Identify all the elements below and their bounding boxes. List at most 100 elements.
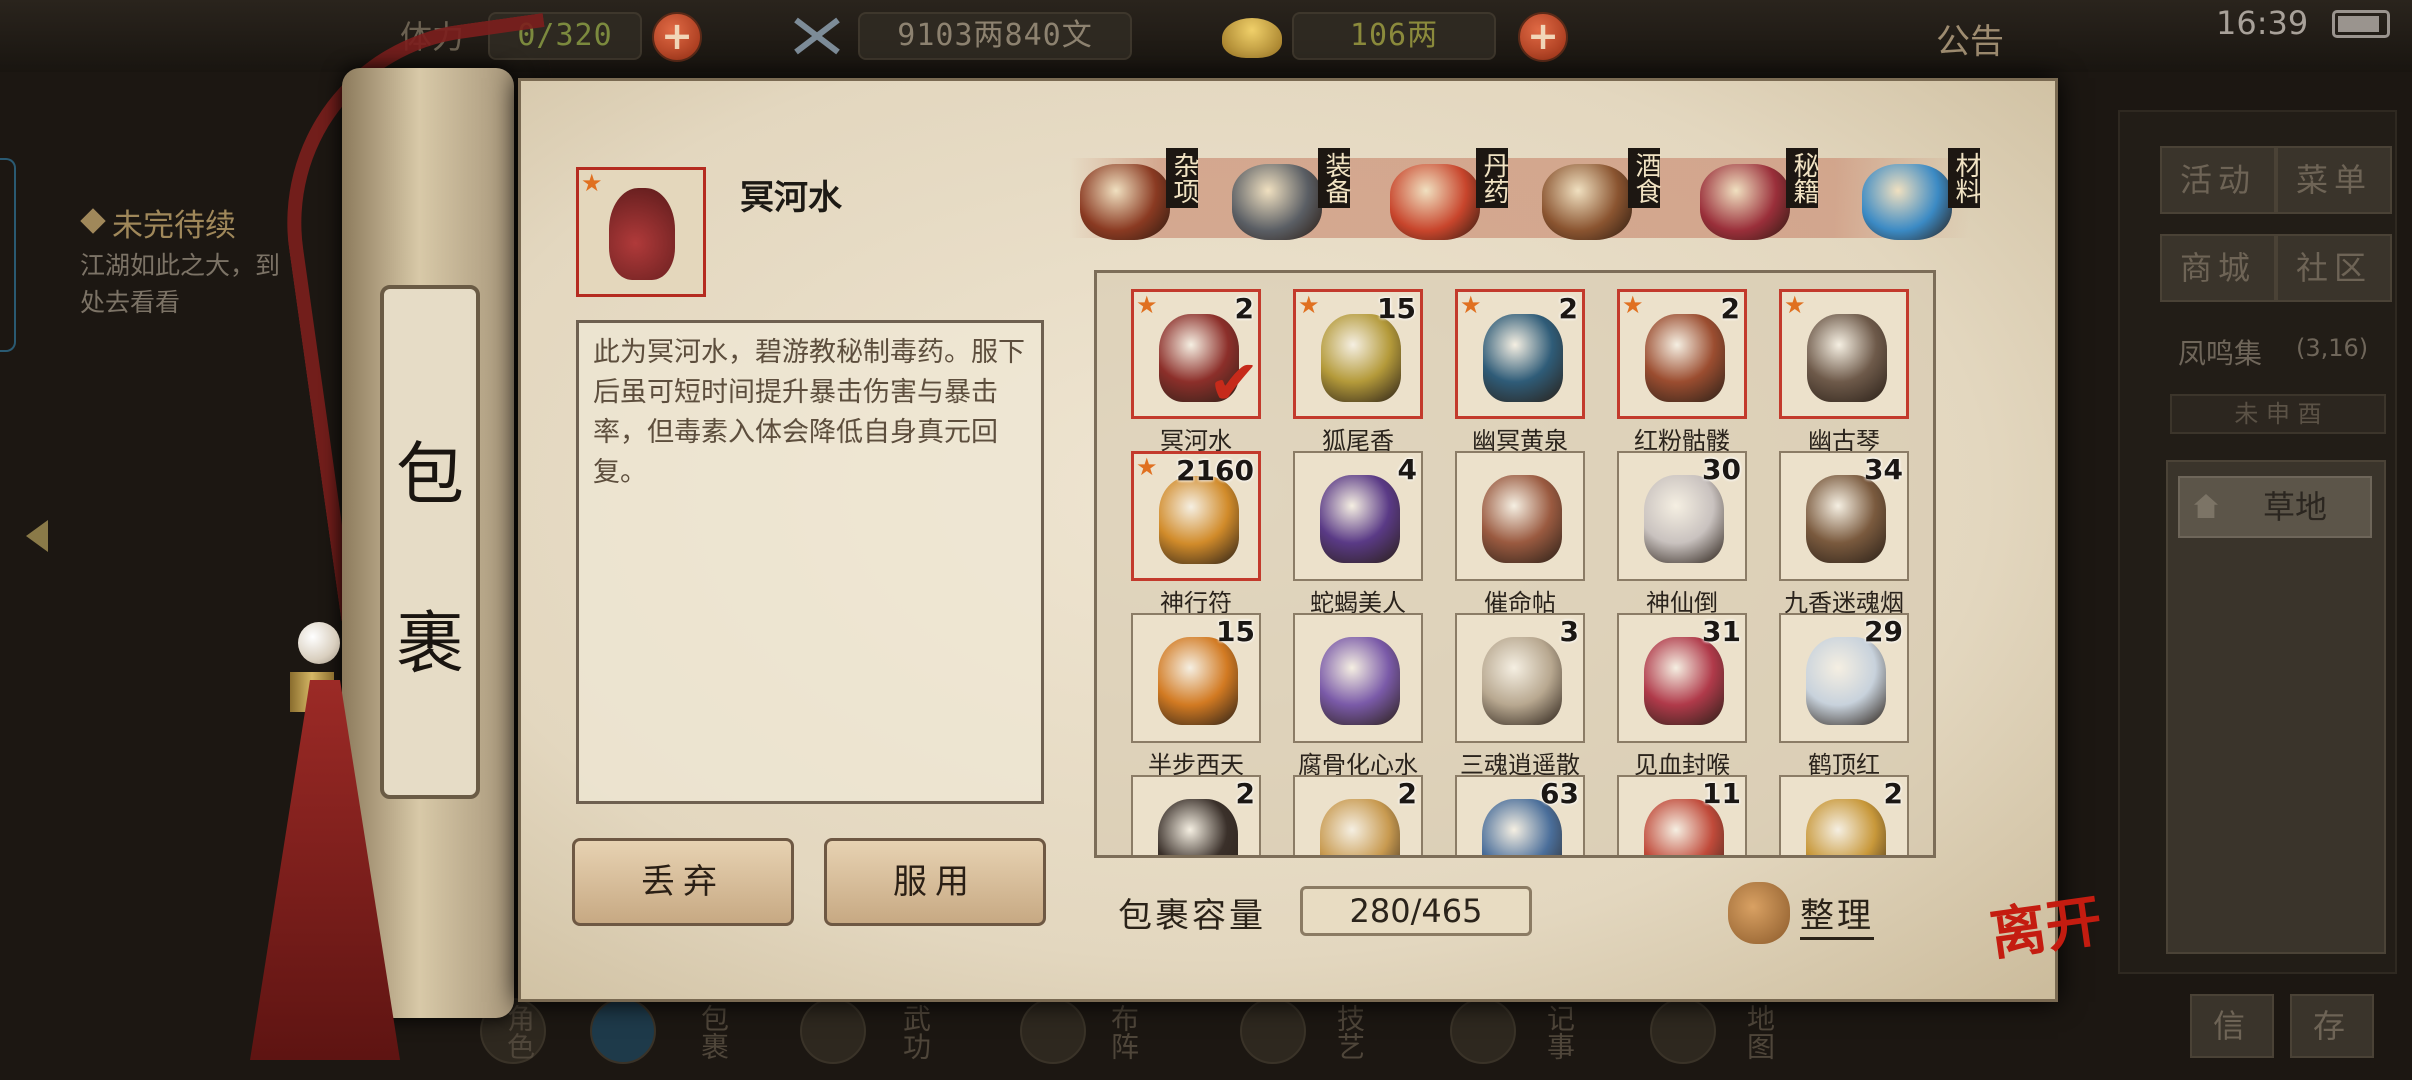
leave-button[interactable]: 离开 [1986, 888, 2106, 969]
item-slot[interactable]: 30 [1617, 451, 1747, 581]
menu-button[interactable]: 菜单 [2276, 146, 2392, 214]
item-count: 63 [1540, 777, 1579, 810]
rare-star-icon: ★ [1136, 291, 1158, 319]
nav-label: 武功 [899, 1004, 932, 1060]
place-button[interactable]: 草地 [2178, 476, 2372, 538]
tab-label: 丹药 [1476, 148, 1509, 208]
sort-button[interactable]: 整理 [1800, 888, 1874, 940]
add-stamina-button[interactable]: + [652, 12, 702, 62]
inventory-grid[interactable]: ★ 2 ✔ 冥河水 ★ 15 狐尾香 ★ 2 幽冥黄泉 ★ 2 红粉骷髅 ★ 幽古琴 ★ 2160 神行符 4 蛇蝎美… [1094, 270, 1936, 858]
item-count: 2160 [1176, 454, 1254, 487]
tab-2[interactable]: 丹药 [1390, 142, 1550, 252]
location-name: 凤鸣集 [2178, 337, 2263, 370]
item-count: 34 [1864, 453, 1903, 486]
collapse-arrow-icon[interactable] [26, 520, 48, 552]
shop-button[interactable]: 商城 [2160, 234, 2276, 302]
item-slot[interactable]: 29 [1779, 613, 1909, 743]
tab-label: 酒食 [1628, 148, 1661, 208]
diamond-icon [80, 208, 106, 234]
activity-button[interactable]: 活动 [2160, 146, 2276, 214]
crossed-swords-icon [790, 14, 844, 58]
item-slot[interactable]: 2 [1779, 775, 1909, 855]
item-slot[interactable]: 15 [1131, 613, 1261, 743]
mail-button[interactable]: 信 [2190, 994, 2274, 1058]
yinyang-icon [1020, 998, 1086, 1064]
nav-journal[interactable]: 记事 [1450, 990, 1600, 1080]
item-icon [1806, 637, 1886, 725]
tab-4[interactable]: 秘籍 [1700, 142, 1860, 252]
tab-3[interactable]: 酒食 [1542, 142, 1702, 252]
item-slot[interactable]: ★ 2 [1455, 289, 1585, 419]
left-edge-tab[interactable] [0, 158, 16, 352]
gold-value: 106两 [1292, 12, 1496, 60]
rare-star-icon: ★ [1460, 291, 1482, 319]
nav-skills[interactable]: 技艺 [1240, 990, 1390, 1080]
item-count: 15 [1377, 292, 1416, 325]
item-icon [1320, 637, 1400, 725]
top-bar: 体力 0/320 + 9103两840文 106两 + 公告 16:39 [0, 0, 2412, 72]
tab-icon [1700, 164, 1790, 240]
tab-5[interactable]: 材料 [1862, 142, 2022, 252]
jade-bead [298, 622, 340, 664]
potion-icon [609, 188, 675, 280]
tab-icon [1862, 164, 1952, 240]
tab-0[interactable]: 杂项 [1080, 142, 1240, 252]
item-slot[interactable]: 31 [1617, 613, 1747, 743]
storage-button[interactable]: 存 [2290, 994, 2374, 1058]
item-icon [1320, 799, 1400, 855]
money-bag-icon[interactable] [1728, 882, 1790, 944]
tab-icon [1232, 164, 1322, 240]
nav-martial[interactable]: 武功 [800, 990, 950, 1080]
community-button[interactable]: 社区 [2276, 234, 2392, 302]
tab-label: 杂项 [1166, 148, 1199, 208]
nav-label: 技艺 [1333, 1004, 1366, 1060]
nav-formation[interactable]: 布阵 [1020, 990, 1170, 1080]
nav-map[interactable]: 地图 [1650, 990, 1800, 1080]
item-count: 29 [1864, 615, 1903, 648]
item-icon [1807, 314, 1887, 402]
item-icon [1483, 314, 1563, 402]
notice-button[interactable]: 公告 [1936, 14, 2004, 63]
item-slot[interactable]: 4 [1293, 451, 1423, 581]
item-slot[interactable] [1455, 451, 1585, 581]
use-button[interactable]: 服用 [824, 838, 1046, 926]
quest-title[interactable]: 未完待续 [112, 200, 236, 245]
item-slot[interactable]: ★ 2 ✔ [1131, 289, 1261, 419]
item-slot[interactable]: 3 [1455, 613, 1585, 743]
rare-star-icon: ★ [581, 169, 603, 197]
item-slot[interactable]: 63 [1455, 775, 1585, 855]
tab-1[interactable]: 装备 [1232, 142, 1392, 252]
item-count: 2 [1234, 292, 1254, 325]
rare-star-icon: ★ [1136, 453, 1158, 481]
item-slot[interactable]: ★ 2160 [1131, 451, 1261, 581]
item-slot[interactable]: ★ 15 [1293, 289, 1423, 419]
selected-item-name: 冥河水 [740, 178, 842, 218]
item-description: 此为冥河水，碧游教秘制毒药。服下后虽可短时间提升暴击伤害与暴击率，但毒素入体会降… [593, 337, 1025, 488]
rare-star-icon: ★ [1784, 291, 1806, 319]
nav-bag[interactable]: 包裹 [590, 990, 740, 1080]
item-slot[interactable]: ★ 2 [1617, 289, 1747, 419]
bag-icon [590, 998, 656, 1064]
item-icon [1482, 637, 1562, 725]
item-slot[interactable]: 11 [1617, 775, 1747, 855]
gold-ingot-icon [1222, 18, 1282, 58]
rare-star-icon: ★ [1298, 291, 1320, 319]
add-gold-button[interactable]: + [1518, 12, 1568, 62]
item-slot[interactable] [1293, 613, 1423, 743]
item-slot[interactable]: 2 [1293, 775, 1423, 855]
item-slot[interactable]: 2 [1131, 775, 1261, 855]
nav-label: 包裹 [697, 1004, 730, 1060]
item-count: 2 [1397, 777, 1417, 810]
selected-check-icon: ✔ [1208, 346, 1260, 419]
item-slot[interactable]: ★ [1779, 289, 1909, 419]
discard-button[interactable]: 丢弃 [572, 838, 794, 926]
item-icon [1321, 314, 1401, 402]
item-slot[interactable]: 34 [1779, 451, 1909, 581]
place-label: 草地 [2262, 488, 2327, 526]
item-icon [1320, 475, 1400, 563]
tab-label: 装备 [1318, 148, 1351, 208]
tab-label: 材料 [1948, 148, 1981, 208]
house-icon [2194, 494, 2218, 518]
rare-star-icon: ★ [1622, 291, 1644, 319]
quest-text-line2: 处去看看 [80, 288, 181, 317]
